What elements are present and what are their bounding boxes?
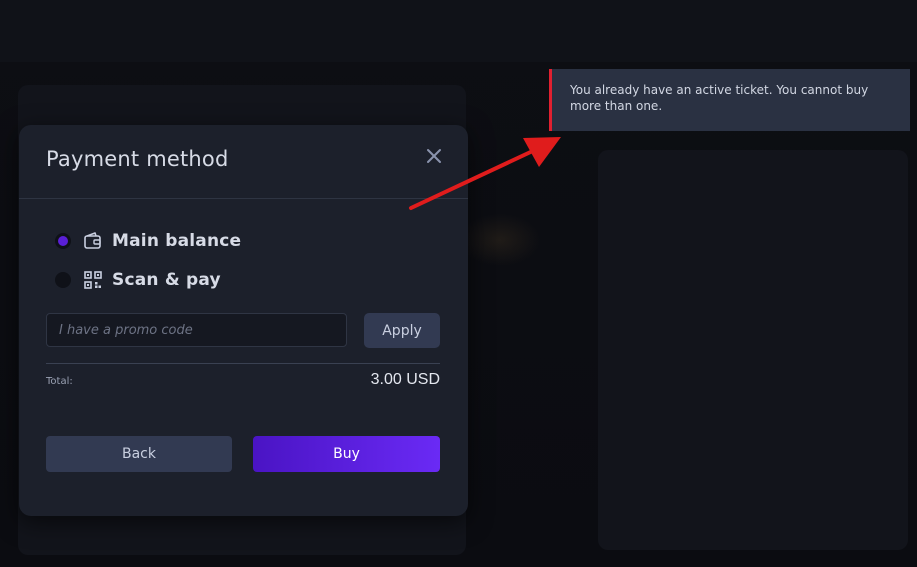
payment-modal: Payment method Main balance Scan & pay I… (19, 125, 468, 516)
buy-button[interactable]: Buy (253, 436, 440, 472)
wallet-icon (84, 232, 101, 249)
radio-scan-pay[interactable] (55, 272, 71, 288)
error-toast[interactable]: You already have an active ticket. You c… (549, 69, 910, 131)
modal-title: Payment method (46, 147, 229, 171)
qr-code-icon (84, 271, 102, 289)
payment-option-scan-pay[interactable]: Scan & pay (55, 267, 221, 293)
toast-message: You already have an active ticket. You c… (570, 83, 869, 113)
background-header (0, 0, 917, 62)
option-label: Scan & pay (112, 270, 221, 290)
apply-button[interactable]: Apply (364, 313, 440, 348)
total-label: Total: (46, 376, 73, 387)
total-value: 3.00 USD (370, 371, 440, 388)
red-arrow-icon (409, 137, 561, 210)
promo-code-input[interactable] (46, 313, 347, 347)
background-panel (598, 150, 908, 550)
divider (46, 363, 440, 364)
radio-main-balance[interactable] (55, 233, 71, 249)
back-button[interactable]: Back (46, 436, 232, 472)
divider (19, 198, 468, 199)
payment-option-main-balance[interactable]: Main balance (55, 228, 241, 254)
option-label: Main balance (112, 231, 242, 251)
